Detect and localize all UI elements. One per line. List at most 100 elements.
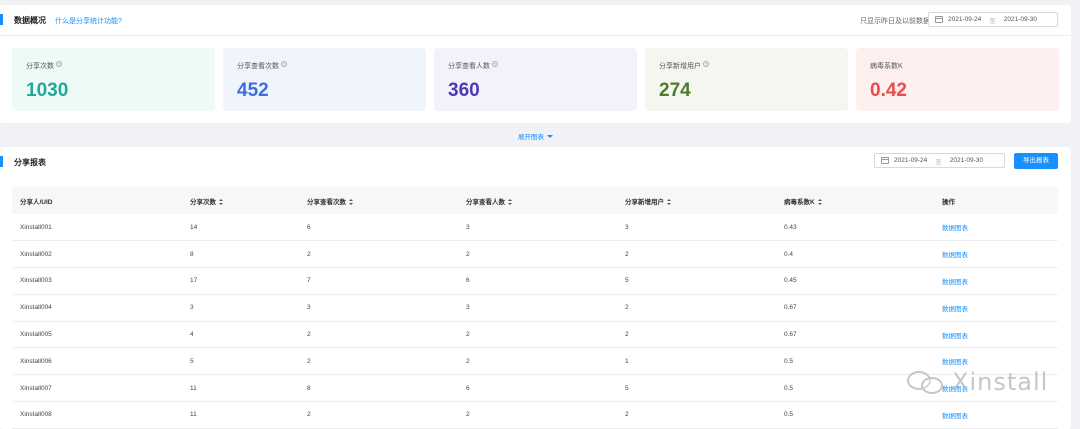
table-cell: Xinstall008 [12,401,182,429]
table-row: Xinstall003 17 7 6 5 0.45 数据图表 [12,267,1058,295]
table-cell: Xinstall001 [12,214,182,242]
report-header: 分享报表 2021-09-24 至 2021-09-30 导出报表 [0,147,1071,177]
overview-title: 数据概况 [14,16,46,25]
table-row: Xinstall007 11 8 6 5 0.5 数据图表 [12,374,1058,403]
table-cell: 0.5 [776,401,934,429]
table-cell: 0.45 [776,267,934,295]
report-date-range[interactable]: 2021-09-24 至 2021-09-30 [874,153,1005,168]
table-cell: 2 [617,401,776,429]
table-cell: 2 [617,294,776,322]
help-icon[interactable]: ? [281,61,287,67]
table-cell: 2 [299,401,458,429]
table-cell: 5 [617,374,776,403]
date-start[interactable]: 2021-09-24 [894,157,927,164]
table-cell: Xinstall007 [12,374,182,403]
overview-header: 数据概况 什么是分享统计功能? 只显示昨日及以前数据 2021-09-24 至 … [0,5,1071,35]
column-header-viral-k[interactable]: 病毒系数K [776,187,934,214]
wechat-logo-icon [905,367,949,397]
sort-icon[interactable] [349,198,353,205]
stat-card-views: 分享查看次数? 452 [223,48,426,111]
data-chart-link[interactable]: 数据图表 [934,267,1058,295]
overview-date-range[interactable]: 2021-09-24 至 2021-09-30 [928,12,1058,27]
table-cell: 7 [299,267,458,295]
help-icon[interactable]: ? [56,61,62,67]
date-separator: 至 [989,17,996,25]
data-chart-link[interactable]: 数据图表 [934,240,1058,269]
date-end[interactable]: 2021-09-30 [950,157,983,164]
sort-icon[interactable] [817,198,822,205]
stat-card-new-users: 分享新增用户? 274 [645,48,848,111]
table-cell: 0.67 [776,294,934,322]
stat-card-viral-k: 病毒系数K 0.42 [856,48,1059,111]
column-header-actions: 操作 [942,198,955,206]
table-cell: 3 [458,294,617,322]
calendar-icon [881,157,889,164]
table-cell: 14 [182,214,299,242]
table-cell: 11 [182,401,299,429]
column-header-shares[interactable]: 分享次数 [182,187,299,214]
table-cell: 6 [458,267,617,295]
table-cell: 2 [299,240,458,269]
table-cell: 3 [458,214,617,242]
stat-card-shares: 分享次数? 1030 [12,48,215,111]
table-row: Xinstall004 3 3 3 2 0.67 数据图表 [12,294,1058,322]
stat-cards: 分享次数? 1030 分享查看次数? 452 分享查看人数? 360 分享新增用… [12,48,1059,111]
table-cell: 11 [182,374,299,403]
sort-icon[interactable] [667,198,671,205]
column-header-new-users[interactable]: 分享新增用户 [617,187,776,214]
date-end[interactable]: 2021-09-30 [1004,16,1037,23]
table-cell: 4 [182,321,299,349]
stat-value: 274 [659,80,691,101]
table-cell: Xinstall005 [12,321,182,349]
table-cell: 2 [617,321,776,349]
data-chart-link[interactable]: 数据图表 [934,321,1058,349]
data-chart-link[interactable]: 数据图表 [934,294,1058,322]
data-chart-link[interactable]: 数据图表 [934,214,1058,242]
help-link[interactable]: 什么是分享统计功能? [55,16,122,26]
date-start[interactable]: 2021-09-24 [948,16,981,23]
table-cell: 0.4 [776,240,934,269]
table-cell: 2 [458,347,617,376]
sort-icon[interactable] [219,198,223,205]
table-row: Xinstall001 14 6 3 3 0.43 数据图表 [12,214,1058,242]
table-cell: 0.67 [776,321,934,349]
table-cell: 8 [299,374,458,403]
table-cell: Xinstall002 [12,240,182,269]
table-cell: 6 [299,214,458,242]
data-chart-link[interactable]: 数据图表 [934,401,1058,429]
table-header-row: 分享人/UID 分享次数 分享查看次数 分享查看人数 分享新增用户 病毒系数K … [12,187,1058,214]
sort-icon[interactable] [508,198,512,205]
data-note: 只显示昨日及以前数据 [860,18,930,25]
report-table: 分享人/UID 分享次数 分享查看次数 分享查看人数 分享新增用户 病毒系数K … [12,187,1058,429]
stat-value: 1030 [26,80,69,101]
watermark: Xinstall [905,367,1048,397]
table-cell: 17 [182,267,299,295]
table-cell: 8 [182,240,299,269]
table-cell: 2 [299,321,458,349]
column-header-viewers[interactable]: 分享查看人数 [458,187,617,214]
overview-panel: 数据概况 什么是分享统计功能? 只显示昨日及以前数据 2021-09-24 至 … [0,5,1071,123]
table-cell: 3 [617,214,776,242]
table-cell: 2 [458,321,617,349]
table-row: Xinstall008 11 2 2 2 0.5 数据图表 [12,401,1058,429]
table-cell: 5 [617,267,776,295]
stat-value: 360 [448,80,480,101]
calendar-icon [935,16,943,23]
stat-label: 分享查看次数? [237,61,287,70]
stat-label: 分享新增用户? [659,61,709,70]
table-cell: 2 [617,240,776,269]
table-cell: 1 [617,347,776,376]
stat-label: 分享查看人数? [448,61,498,70]
help-icon[interactable]: ? [492,61,498,67]
divider [0,35,1071,36]
export-report-button[interactable]: 导出报表 [1014,153,1058,169]
table-cell: 5 [182,347,299,376]
watermark-text: Xinstall [952,368,1049,396]
report-title: 分享报表 [14,158,46,167]
column-header-views[interactable]: 分享查看次数 [299,187,458,214]
stat-card-viewers: 分享查看人数? 360 [434,48,637,111]
table-cell: 2 [458,240,617,269]
expand-charts-toggle[interactable]: 展开图表 [0,131,1071,141]
table-cell: 6 [458,374,617,403]
help-icon[interactable]: ? [703,61,709,67]
